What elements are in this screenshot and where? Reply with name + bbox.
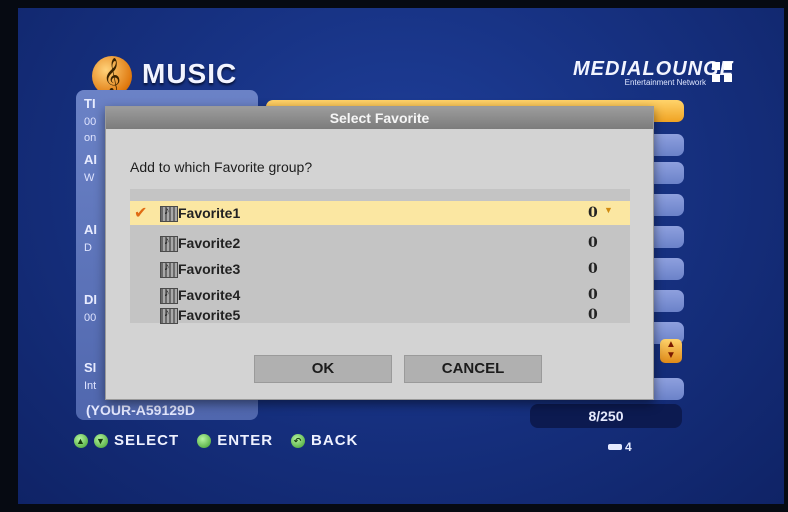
legend-enter: ENTER [217, 432, 274, 449]
checkmark-icon: ✔ [134, 205, 148, 222]
cancel-button[interactable]: CANCEL [404, 355, 542, 383]
info-line: Int [84, 380, 97, 392]
music-folder-icon [160, 235, 178, 252]
info-line: SI [84, 360, 97, 375]
favorite-list: ✔ Favorite1 0 ▼ Favorite2 0 Favorite3 0 … [130, 189, 630, 324]
chevron-down-icon: ▼ [604, 205, 613, 215]
favorite-count: 0 [588, 307, 598, 323]
remote-legend: ▲ ▼ SELECT ENTER ↶ BACK [74, 432, 358, 449]
page-bar-icon [608, 444, 622, 450]
info-line: on [84, 132, 97, 144]
favorite-count: 0 [588, 287, 598, 303]
app-title: MUSIC [142, 58, 238, 89]
legend-back: BACK [311, 432, 359, 449]
item-counter: 8/250 [530, 404, 682, 428]
info-line: DI [84, 292, 97, 307]
ok-button[interactable]: OK [254, 355, 392, 383]
brand-logo: MEDIALOUNGE Entertainment Network [494, 58, 734, 87]
device-name: (YOUR-A59129D [86, 402, 195, 418]
info-line: 00 [84, 312, 97, 324]
info-line: 00 [84, 116, 97, 128]
info-line: TI [84, 96, 96, 111]
favorite-row[interactable]: Favorite5 0 [130, 307, 630, 324]
music-folder-icon [160, 287, 178, 304]
back-icon: ↶ [291, 433, 306, 448]
enter-icon [197, 433, 212, 448]
favorite-row[interactable]: ✔ Favorite1 0 ▼ [130, 201, 630, 225]
favorite-count: 0 [588, 205, 598, 221]
favorite-name: Favorite1 [178, 205, 241, 221]
favorite-row[interactable]: Favorite2 0 [130, 231, 630, 255]
down-arrow-icon: ▼ [94, 433, 108, 448]
favorite-name: Favorite3 [178, 261, 241, 277]
favorite-count: 0 [588, 235, 598, 251]
favorite-row[interactable]: Favorite3 0 [130, 257, 630, 281]
favorite-name: Favorite5 [178, 307, 241, 323]
dialog-title: Select Favorite [106, 107, 653, 129]
page-indicator: 4 [608, 440, 632, 454]
favorite-name: Favorite4 [178, 287, 241, 303]
scroll-arrows-icon[interactable]: ▲ ▼ [660, 339, 682, 363]
select-favorite-dialog: Select Favorite Add to which Favorite gr… [105, 106, 654, 400]
favorite-name: Favorite2 [178, 235, 241, 251]
brand-grid-icon [712, 62, 734, 84]
favorite-count: 0 [588, 261, 598, 277]
favorite-row[interactable]: Favorite4 0 [130, 283, 630, 307]
info-line: AI [84, 222, 97, 237]
info-line: W [84, 172, 95, 184]
dialog-question: Add to which Favorite group? [130, 159, 313, 175]
music-folder-icon [160, 205, 178, 222]
music-folder-icon [160, 307, 178, 324]
info-line: D [84, 242, 92, 254]
info-line: AI [84, 152, 97, 167]
music-folder-icon [160, 261, 178, 278]
page-number: 4 [625, 440, 632, 454]
up-arrow-icon: ▲ [74, 433, 88, 448]
legend-select: SELECT [114, 432, 180, 449]
